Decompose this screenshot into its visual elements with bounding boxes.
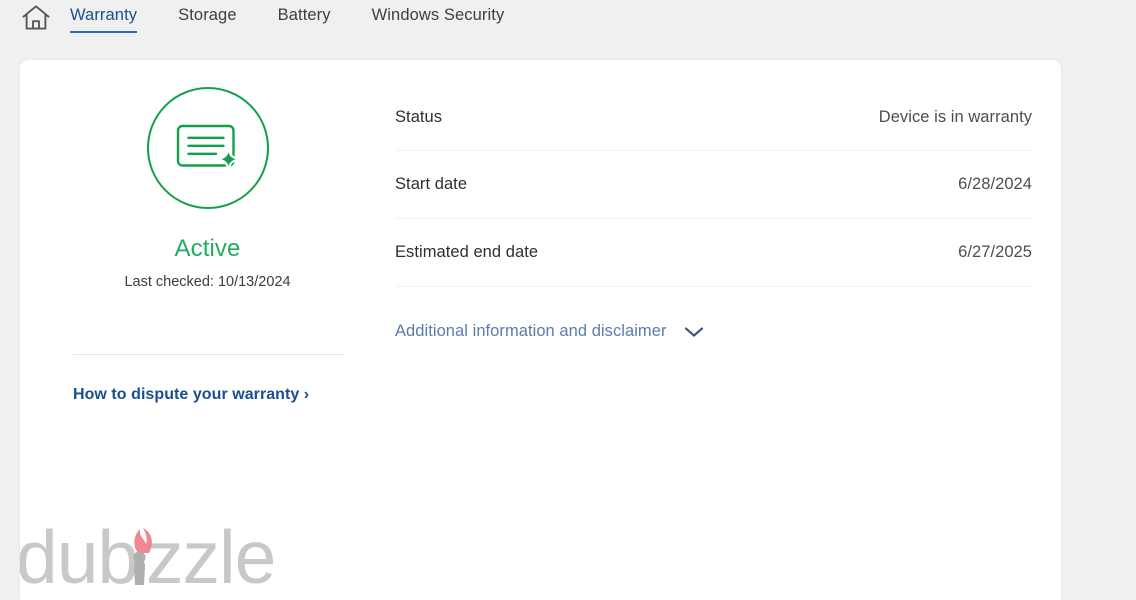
table-row: Start date 6/28/2024 (395, 151, 1032, 219)
tab-storage-label: Storage (178, 6, 237, 24)
tab-windows-security-label: Windows Security (371, 6, 505, 24)
tab-battery[interactable]: Battery (278, 0, 331, 33)
warranty-details-table: Status Device is in warranty Start date … (395, 84, 1032, 287)
home-icon (19, 1, 53, 35)
tab-warranty[interactable]: Warranty (70, 0, 138, 33)
additional-information-label: Additional information and disclaimer (395, 322, 667, 340)
warranty-details-panel: Status Device is in warranty Start date … (395, 60, 1061, 600)
chevron-down-icon[interactable] (683, 325, 705, 339)
warranty-last-checked: Last checked: 10/13/2024 (124, 274, 291, 290)
table-row: Estimated end date 6/27/2025 (395, 219, 1032, 287)
detail-value-start-date: 6/28/2024 (958, 175, 1032, 193)
detail-label-start-date: Start date (395, 175, 468, 193)
detail-value-estimated-end-date: 6/27/2025 (958, 243, 1032, 261)
detail-label-status: Status (395, 107, 443, 126)
summary-divider (73, 354, 345, 355)
tab-list: Warranty Storage Battery Windows Securit… (70, 0, 545, 40)
warranty-page: Warranty Storage Battery Windows Securit… (0, 0, 1136, 600)
warranty-summary-panel: Active Last checked: 10/13/2024 How to d… (20, 60, 395, 600)
status-ring (146, 87, 269, 209)
tab-windows-security[interactable]: Windows Security (372, 0, 505, 33)
home-button[interactable] (18, 0, 54, 36)
top-navigation-bar: Warranty Storage Battery Windows Securit… (0, 0, 1136, 60)
status-badge (20, 87, 395, 209)
warranty-card: Active Last checked: 10/13/2024 How to d… (20, 60, 1061, 600)
tab-warranty-label: Warranty (70, 6, 138, 24)
additional-information-disclosure[interactable]: Additional information and disclaimer (395, 322, 705, 341)
tab-battery-label: Battery (277, 6, 331, 24)
dispute-warranty-link[interactable]: How to dispute your warranty › (73, 386, 309, 404)
warranty-status-title: Active (174, 235, 241, 262)
tab-storage[interactable]: Storage (178, 0, 237, 33)
table-row: Status Device is in warranty (395, 84, 1032, 151)
warranty-card-sparkle-icon (172, 119, 244, 177)
detail-value-status: Device is in warranty (878, 107, 1032, 126)
detail-label-estimated-end-date: Estimated end date (395, 243, 539, 261)
